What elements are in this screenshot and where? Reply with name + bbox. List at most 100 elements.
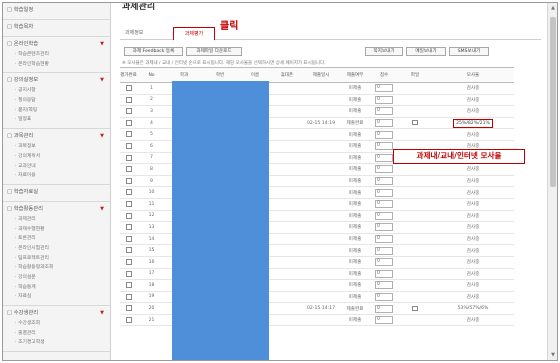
feedback-register-button[interactable]: 과제 Feedback 등록	[124, 47, 183, 56]
sidebar-item[interactable]: · 학습콘텐츠관리	[3, 50, 110, 60]
row-checkbox[interactable]	[125, 316, 132, 323]
row-checkbox[interactable]	[125, 200, 132, 207]
attachment-file-icon[interactable]	[412, 305, 418, 311]
plagiarism-rate[interactable]: 25%/82%/21%	[432, 117, 514, 130]
sidebar-item[interactable]: · 학습활동평과조회	[3, 263, 110, 273]
sidebar-item[interactable]: · 자료이용	[3, 171, 110, 181]
score-input[interactable]: 0	[375, 188, 393, 197]
sidebar-item[interactable]: · 자료실	[3, 292, 110, 302]
lms-window: □ 학습일정 □ 학습목차 □ 온라인학습 ▼ · 학습콘텐츠관리 · 온라인학습현황 □ …	[2, 2, 558, 361]
expand-arrow-icon[interactable]: ▼	[100, 39, 104, 50]
score-input[interactable]: 0	[375, 269, 393, 278]
row-checkbox[interactable]	[125, 235, 132, 242]
sidebar-item[interactable]: · 출결관리	[3, 329, 110, 339]
sidebar-section-header[interactable]: □ 학습활동관리 ▼	[3, 204, 110, 215]
row-checkbox[interactable]	[125, 143, 132, 150]
sidebar-item[interactable]: · 조기경고학생	[3, 338, 110, 348]
sidebar-item-label: 자료이용	[18, 173, 36, 179]
sidebar-section-header[interactable]: □ 학습일정	[3, 5, 110, 16]
row-checkbox[interactable]	[125, 258, 132, 265]
send-note-button[interactable]: 쪽지보내기	[365, 47, 403, 56]
score-input[interactable]: 0	[375, 223, 393, 232]
sidebar-item[interactable]: · 수강생조회	[3, 319, 110, 329]
scroll-down-arrow-icon[interactable]: ▼	[548, 350, 557, 360]
score-input[interactable]: 0	[375, 130, 393, 139]
row-checkbox[interactable]	[125, 85, 132, 92]
score-input[interactable]: 0	[375, 95, 393, 104]
row-checkbox[interactable]	[125, 270, 132, 277]
sidebar-item[interactable]: · 강의설문	[3, 273, 110, 283]
score-input[interactable]: 0	[375, 142, 393, 151]
row-number: 8	[137, 163, 166, 176]
row-checkbox[interactable]	[125, 189, 132, 196]
row-checkbox[interactable]	[125, 131, 132, 138]
plagiarism-rate[interactable]: 53%/57%/6%	[432, 302, 514, 315]
score-input[interactable]: 0	[375, 177, 393, 186]
sidebar-item[interactable]: · 팀프로젝트관리	[3, 254, 110, 264]
expand-arrow-icon[interactable]: ▼	[100, 308, 104, 319]
sidebar-item[interactable]: · 일정표	[3, 115, 110, 125]
scroll-up-arrow-icon[interactable]: ▲	[548, 3, 557, 13]
sidebar-item[interactable]: · 강의계획서	[3, 152, 110, 162]
expand-arrow-icon[interactable]: ▼	[100, 204, 104, 215]
sidebar-item[interactable]: · 과제수행현황	[3, 225, 110, 235]
send-mail-button[interactable]: 메일보내기	[406, 47, 446, 56]
sidebar-section-header[interactable]: □ 학습목차	[3, 22, 110, 33]
score-input[interactable]: 0	[375, 84, 393, 93]
row-checkbox-cell	[120, 152, 137, 165]
score-input[interactable]: 0	[375, 246, 393, 255]
score-input[interactable]: 0	[375, 292, 393, 301]
sidebar-item[interactable]: · 온라인학습현황	[3, 60, 110, 70]
score-input[interactable]: 0	[375, 165, 393, 174]
sidebar-item[interactable]: · 과제관리	[3, 215, 110, 225]
score-input[interactable]: 0	[375, 119, 393, 128]
score-input[interactable]: 0	[375, 235, 393, 244]
assignment-file-download-button[interactable]: 과제파일 다운로드	[186, 47, 242, 56]
row-checkbox[interactable]	[125, 119, 132, 126]
sidebar-nav: □ 학습일정 □ 학습목차 □ 온라인학습 ▼ · 학습콘텐츠관리 · 온라인학습현황 □ …	[3, 3, 111, 360]
submit-date	[302, 268, 340, 281]
sidebar-item[interactable]: · 학습통계	[3, 283, 110, 293]
score-input[interactable]: 0	[375, 281, 393, 290]
row-checkbox[interactable]	[125, 212, 132, 219]
plagiarism-rate-value[interactable]: 53%/57%/6%	[458, 306, 489, 311]
sidebar-section-header[interactable]: □ 온라인학습 ▼	[3, 39, 110, 50]
sidebar-section-header[interactable]: □ 학습자료실	[3, 187, 110, 198]
send-sms-button[interactable]: SMS보내기	[449, 47, 489, 56]
sidebar-section-header[interactable]: □ 과목관리 ▼	[3, 131, 110, 142]
scroll-thumb[interactable]	[550, 17, 556, 187]
vertical-scrollbar[interactable]: ▲ ▼	[547, 3, 557, 360]
tab-assignment-info[interactable]: 과제정보	[120, 27, 148, 40]
row-checkbox[interactable]	[125, 305, 132, 312]
row-checkbox[interactable]	[125, 224, 132, 231]
sidebar-item[interactable]: · 교과안내	[3, 162, 110, 172]
expand-arrow-icon[interactable]: ▼	[100, 75, 104, 86]
score-input[interactable]: 0	[375, 304, 393, 313]
sidebar-item[interactable]: · 질의응답	[3, 96, 110, 106]
score-input[interactable]: 0	[375, 107, 393, 116]
row-checkbox[interactable]	[125, 166, 132, 173]
row-checkbox[interactable]	[125, 177, 132, 184]
attachment-file-icon[interactable]	[412, 120, 418, 126]
row-checkbox[interactable]	[125, 108, 132, 115]
score-input[interactable]: 0	[375, 211, 393, 220]
sidebar-section-header[interactable]: □ 강의실정보 ▼	[3, 75, 110, 86]
expand-arrow-icon[interactable]: ▼	[100, 131, 104, 142]
sidebar-item[interactable]: · 토론관리	[3, 234, 110, 244]
tab-assignment-evaluation[interactable]: 과제평가	[173, 27, 215, 40]
sidebar-item[interactable]: · 과목정보	[3, 142, 110, 152]
score-input[interactable]: 0	[375, 258, 393, 267]
sidebar-item[interactable]: · 온라인시험관리	[3, 244, 110, 254]
row-checkbox[interactable]	[125, 247, 132, 254]
row-checkbox[interactable]	[125, 293, 132, 300]
row-checkbox[interactable]	[125, 282, 132, 289]
score-input[interactable]: 0	[375, 153, 393, 162]
plagiarism-rate-value[interactable]: 25%/82%/21%	[453, 118, 493, 128]
row-checkbox[interactable]	[125, 96, 132, 103]
sidebar-section-header[interactable]: □ 수강생관리 ▼	[3, 308, 110, 319]
sidebar-item[interactable]: · 공지사항	[3, 86, 110, 96]
sidebar-item[interactable]: · 묻지/쪽팅	[3, 106, 110, 116]
row-checkbox[interactable]	[125, 154, 132, 161]
score-input[interactable]: 0	[375, 316, 393, 325]
score-input[interactable]: 0	[375, 200, 393, 209]
